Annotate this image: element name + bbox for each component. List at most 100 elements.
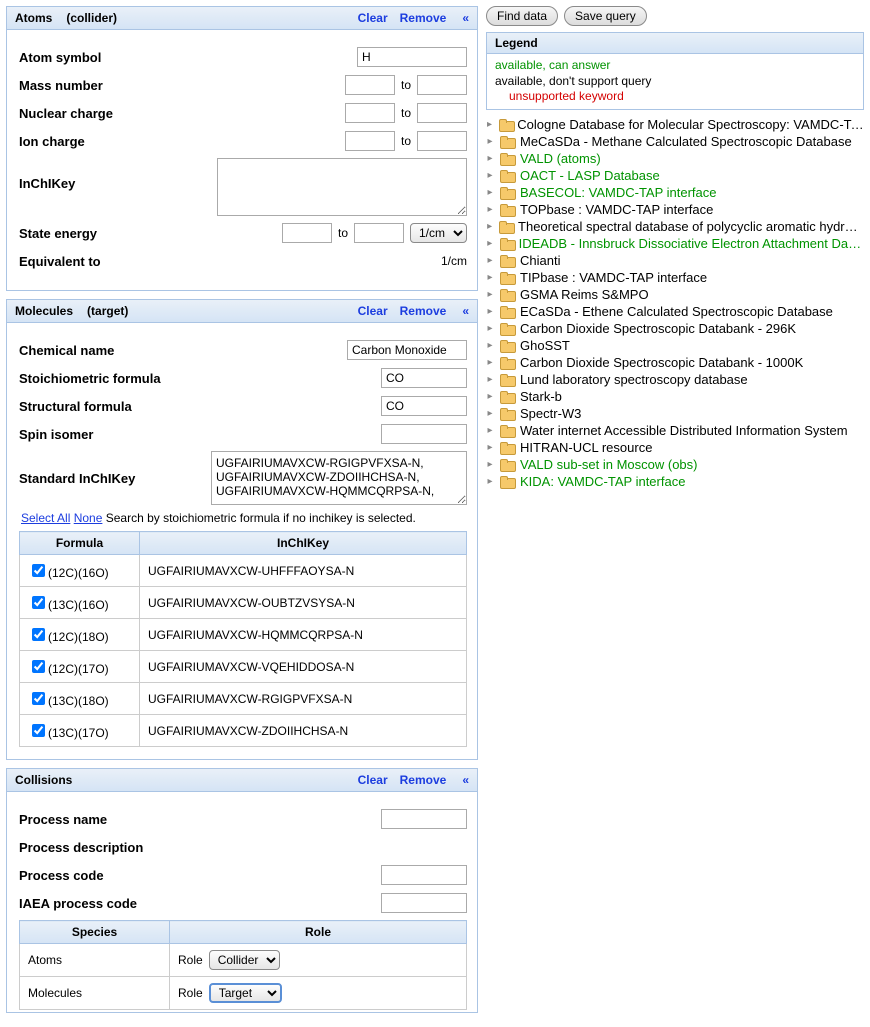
expander-icon[interactable]: ▸ (486, 357, 494, 368)
tree-item[interactable]: ▸ GhoSST (486, 337, 864, 354)
select-all-link[interactable]: Select All (21, 511, 70, 525)
mass-number-to-input[interactable] (417, 75, 467, 95)
iaea-process-code-input[interactable] (381, 893, 467, 913)
collisions-remove-link[interactable]: Remove (400, 773, 447, 787)
tree-item[interactable]: ▸ GSMA Reims S&MPO (486, 286, 864, 303)
expander-icon[interactable]: ▸ (486, 238, 494, 249)
atom-symbol-input[interactable] (357, 47, 467, 67)
tree-item[interactable]: ▸ Theoretical spectral database of polycy… (486, 218, 864, 235)
expander-icon[interactable]: ▸ (486, 289, 494, 300)
tree-item[interactable]: ▸ BASECOL: VAMDC-TAP interface (486, 184, 864, 201)
process-code-input[interactable] (381, 865, 467, 885)
tree-item[interactable]: ▸ Lund laboratory spectroscopy database (486, 371, 864, 388)
tree-item[interactable]: ▸ TIPbase : VAMDC-TAP interface (486, 269, 864, 286)
nuclear-charge-to-input[interactable] (417, 103, 467, 123)
structural-formula-input[interactable] (381, 396, 467, 416)
std-inchikey-textarea[interactable] (211, 451, 467, 505)
tree-item[interactable]: ▸ Chianti (486, 252, 864, 269)
tree-item[interactable]: ▸ Water internet Accessible Distributed I… (486, 422, 864, 439)
ion-charge-from-input[interactable] (345, 131, 395, 151)
tree-item[interactable]: ▸ VALD (atoms) (486, 150, 864, 167)
expander-icon[interactable]: ▸ (486, 425, 494, 436)
tree-label[interactable]: IDEADB - Innsbruck Dissociative Electron… (519, 236, 864, 251)
expander-icon[interactable]: ▸ (486, 187, 494, 198)
tree-item[interactable]: ▸ VALD sub-set in Moscow (obs) (486, 456, 864, 473)
expander-icon[interactable]: ▸ (486, 374, 494, 385)
tree-label[interactable]: Lund laboratory spectroscopy database (520, 372, 748, 387)
tree-label[interactable]: BASECOL: VAMDC-TAP interface (520, 185, 717, 200)
tree-label[interactable]: TOPbase : VAMDC-TAP interface (520, 202, 713, 217)
tree-label[interactable]: GhoSST (520, 338, 570, 353)
expander-icon[interactable]: ▸ (486, 170, 494, 181)
tree-label[interactable]: Theoretical spectral database of polycyc… (518, 219, 864, 234)
tree-label[interactable]: Carbon Dioxide Spectroscopic Databank - … (520, 355, 803, 370)
molecules-remove-link[interactable]: Remove (400, 304, 447, 318)
expander-icon[interactable]: ▸ (486, 255, 494, 266)
expander-icon[interactable]: ▸ (486, 442, 494, 453)
expander-icon[interactable]: ▸ (486, 136, 494, 147)
tree-label[interactable]: TIPbase : VAMDC-TAP interface (520, 270, 707, 285)
expander-icon[interactable]: ▸ (486, 340, 494, 351)
stoich-formula-input[interactable] (381, 368, 467, 388)
tree-label[interactable]: Water internet Accessible Distributed In… (520, 423, 848, 438)
isotope-checkbox[interactable] (32, 564, 45, 577)
tree-item[interactable]: ▸ HITRAN-UCL resource (486, 439, 864, 456)
ion-charge-to-input[interactable] (417, 131, 467, 151)
tree-item[interactable]: ▸Cologne Database for Molecular Spectros… (486, 116, 864, 133)
atoms-clear-link[interactable]: Clear (358, 11, 388, 25)
expander-icon[interactable]: ▸ (486, 306, 494, 317)
tree-item[interactable]: ▸ ECaSDa - Ethene Calculated Spectroscopi… (486, 303, 864, 320)
expander-icon[interactable]: ▸ (486, 391, 494, 402)
tree-label[interactable]: ECaSDa - Ethene Calculated Spectroscopic… (520, 304, 833, 319)
expander-icon[interactable]: ▸ (486, 204, 494, 215)
expander-icon[interactable]: ▸ (486, 459, 494, 470)
expander-icon[interactable]: ▸ (486, 221, 493, 232)
tree-label[interactable]: HITRAN-UCL resource (520, 440, 652, 455)
tree-item[interactable]: ▸ Carbon Dioxide Spectroscopic Databank -… (486, 320, 864, 337)
expander-icon[interactable]: ▸ (486, 272, 494, 283)
expander-icon[interactable]: ▸ (486, 119, 493, 130)
collisions-clear-link[interactable]: Clear (358, 773, 388, 787)
state-energy-unit-select[interactable]: 1/cm (410, 223, 467, 243)
tree-label[interactable]: Stark-b (520, 389, 562, 404)
expander-icon[interactable]: ▸ (486, 323, 494, 334)
process-name-input[interactable] (381, 809, 467, 829)
tree-item[interactable]: ▸ Spectr-W3 (486, 405, 864, 422)
atoms-collapse-toggle[interactable]: « (462, 11, 469, 25)
tree-label[interactable]: VALD sub-set in Moscow (obs) (520, 457, 698, 472)
role-select[interactable]: ColliderTarget (209, 983, 282, 1003)
select-none-link[interactable]: None (74, 511, 103, 525)
tree-item[interactable]: ▸ Carbon Dioxide Spectroscopic Databank -… (486, 354, 864, 371)
state-energy-to-input[interactable] (354, 223, 404, 243)
tree-label[interactable]: VALD (atoms) (520, 151, 601, 166)
tree-item[interactable]: ▸ MeCaSDa - Methane Calculated Spectrosco… (486, 133, 864, 150)
tree-label[interactable]: OACT - LASP Database (520, 168, 660, 183)
molecules-collapse-toggle[interactable]: « (462, 304, 469, 318)
state-energy-from-input[interactable] (282, 223, 332, 243)
tree-item[interactable]: ▸ TOPbase : VAMDC-TAP interface (486, 201, 864, 218)
nuclear-charge-from-input[interactable] (345, 103, 395, 123)
collisions-collapse-toggle[interactable]: « (462, 773, 469, 787)
mass-number-from-input[interactable] (345, 75, 395, 95)
tree-label[interactable]: KIDA: VAMDC-TAP interface (520, 474, 685, 489)
role-select[interactable]: ColliderTarget (209, 950, 280, 970)
save-query-button[interactable]: Save query (564, 6, 647, 26)
tree-item[interactable]: ▸KIDA: VAMDC-TAP interface (486, 473, 864, 490)
tree-item[interactable]: ▸ Stark-b (486, 388, 864, 405)
tree-item[interactable]: ▸ IDEADB - Innsbruck Dissociative Electro… (486, 235, 864, 252)
expander-icon[interactable]: ▸ (486, 408, 494, 419)
tree-label[interactable]: Carbon Dioxide Spectroscopic Databank - … (520, 321, 796, 336)
tree-item[interactable]: ▸ OACT - LASP Database (486, 167, 864, 184)
tree-label[interactable]: Chianti (520, 253, 560, 268)
tree-label[interactable]: GSMA Reims S&MPO (520, 287, 649, 302)
isotope-checkbox[interactable] (32, 692, 45, 705)
tree-label[interactable]: MeCaSDa - Methane Calculated Spectroscop… (520, 134, 852, 149)
isotope-checkbox[interactable] (32, 628, 45, 641)
expander-icon[interactable]: ▸ (486, 153, 494, 164)
isotope-checkbox[interactable] (32, 660, 45, 673)
find-data-button[interactable]: Find data (486, 6, 558, 26)
molecules-clear-link[interactable]: Clear (358, 304, 388, 318)
isotope-checkbox[interactable] (32, 724, 45, 737)
atoms-remove-link[interactable]: Remove (400, 11, 447, 25)
tree-label[interactable]: Spectr-W3 (520, 406, 581, 421)
